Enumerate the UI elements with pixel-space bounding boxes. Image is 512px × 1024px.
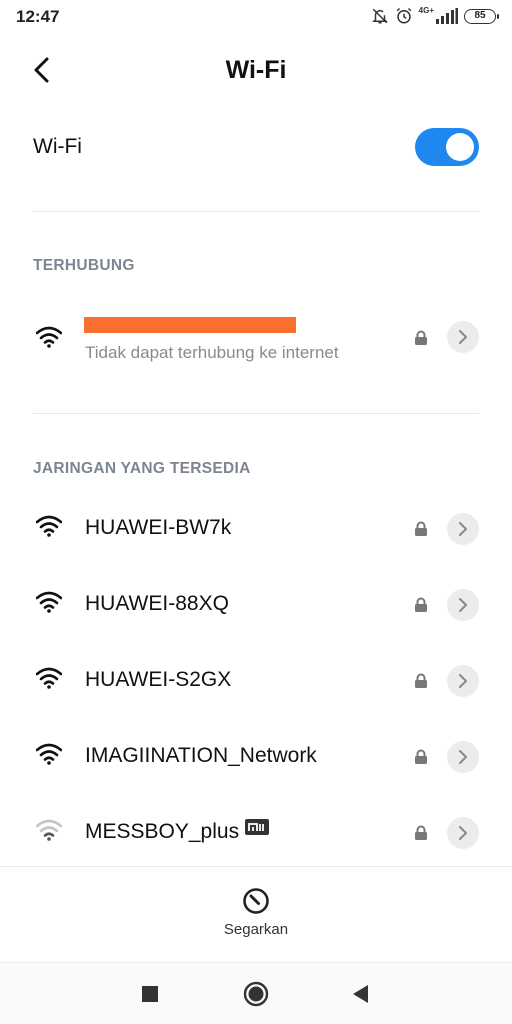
back-nav-button[interactable] — [344, 977, 378, 1011]
redacted-ssid — [84, 317, 296, 333]
chevron-right-icon — [459, 750, 467, 764]
network-row[interactable]: IMAGIINATION_Network — [0, 725, 512, 789]
back-triangle-icon — [353, 985, 368, 1003]
lock-icon — [413, 330, 429, 351]
network-details-button[interactable] — [447, 513, 479, 545]
bottom-action-bar: Segarkan — [0, 866, 512, 962]
connected-network-row[interactable]: Tidak dapat terhubung ke internet — [0, 300, 512, 374]
section-header-available: JARINGAN YANG TERSEDIA — [33, 460, 251, 477]
network-details-button[interactable] — [447, 817, 479, 849]
refresh-label: Segarkan — [223, 921, 289, 938]
status-time: 12:47 — [16, 7, 60, 26]
network-row[interactable]: HUAWEI-BW7k — [0, 497, 512, 561]
wifi-toggle-label: Wi-Fi — [33, 135, 82, 158]
status-icons: 4G+ 85 — [371, 6, 499, 26]
divider — [33, 413, 479, 414]
notifications-off-icon — [371, 7, 389, 25]
wifi-signal-full-icon — [35, 743, 63, 770]
refresh-icon — [243, 888, 269, 914]
network-row[interactable]: HUAWEI-88XQ — [0, 573, 512, 637]
lock-icon — [413, 825, 429, 846]
signal-icon — [436, 8, 458, 24]
mi-icon — [245, 817, 270, 841]
network-details-button[interactable] — [447, 665, 479, 697]
wifi-signal-full-icon — [35, 667, 63, 694]
wifi-toggle-switch[interactable] — [415, 128, 479, 166]
lock-icon — [413, 673, 429, 694]
network-details-button[interactable] — [447, 589, 479, 621]
chevron-right-icon — [459, 522, 467, 536]
page-title: Wi-Fi — [225, 56, 287, 84]
wifi-signal-weak-icon — [35, 819, 63, 846]
chevron-right-icon — [459, 330, 467, 344]
network-details-button[interactable] — [447, 741, 479, 773]
status-bar: 12:47 4G+ 85 — [0, 0, 512, 34]
home-circle-icon — [243, 981, 269, 1007]
chevron-right-icon — [459, 598, 467, 612]
network-row[interactable]: MESSBOY_plus — [0, 801, 512, 865]
network-ssid: HUAWEI-BW7k — [85, 516, 232, 539]
wifi-toggle-row: Wi-Fi — [33, 120, 479, 174]
network-ssid: MESSBOY_plus — [85, 820, 240, 843]
network-type-label: 4G+ — [418, 6, 434, 15]
battery-icon: 85 — [464, 8, 499, 24]
recents-button[interactable] — [133, 977, 167, 1011]
network-ssid-container: MESSBOY_plus — [85, 817, 270, 844]
navigation-bar — [0, 962, 512, 1024]
network-details-button[interactable] — [447, 321, 479, 353]
section-header-connected: TERHUBUNG — [33, 257, 135, 274]
lock-icon — [413, 749, 429, 770]
network-ssid: HUAWEI-88XQ — [85, 592, 229, 615]
divider — [33, 211, 479, 212]
chevron-right-icon — [459, 826, 467, 840]
wifi-signal-full-icon — [35, 515, 63, 542]
toggle-knob — [446, 133, 474, 161]
recents-square-icon — [142, 986, 158, 1002]
connection-status: Tidak dapat terhubung ke internet — [85, 343, 339, 362]
home-button[interactable] — [239, 977, 273, 1011]
lock-icon — [413, 521, 429, 542]
network-row[interactable]: HUAWEI-S2GX — [0, 649, 512, 713]
lock-icon — [413, 597, 429, 618]
alarm-icon — [395, 7, 413, 25]
wifi-signal-full-icon — [35, 591, 63, 618]
chevron-right-icon — [459, 674, 467, 688]
wifi-signal-full-icon — [35, 326, 63, 353]
network-ssid: HUAWEI-S2GX — [85, 668, 232, 691]
refresh-button[interactable]: Segarkan — [206, 883, 306, 947]
network-ssid: IMAGIINATION_Network — [85, 744, 317, 767]
